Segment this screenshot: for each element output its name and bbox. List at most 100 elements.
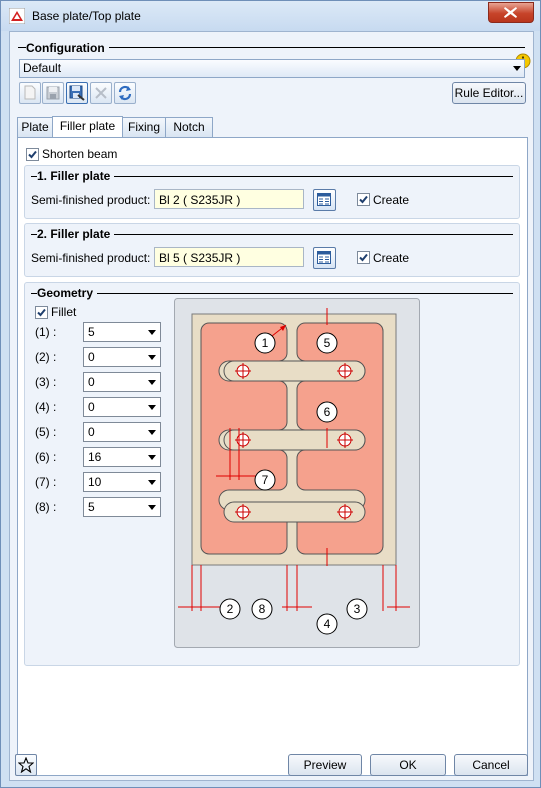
callout-5: 5 xyxy=(324,336,331,350)
chevron-down-icon xyxy=(148,330,156,335)
param-4-label: (4) : xyxy=(35,400,57,414)
select-product-2-button[interactable] xyxy=(313,247,336,269)
tab-fixing[interactable]: Fixing xyxy=(122,117,166,137)
param-3-value: 0 xyxy=(88,375,95,389)
checkmark-icon xyxy=(359,195,368,204)
dialog-window: Base plate/Top plate Configuration Defau… xyxy=(0,0,541,788)
save-config-button[interactable] xyxy=(42,82,64,104)
filler-plate-1-group: 1. Filler plate Semi-finished product: B… xyxy=(24,165,520,219)
checkmark-icon xyxy=(28,150,37,159)
close-button[interactable] xyxy=(488,2,534,23)
callout-7: 7 xyxy=(262,473,269,487)
fillet-checkbox[interactable] xyxy=(35,306,48,319)
fillet-label: Fillet xyxy=(51,305,77,319)
section-rule-tick xyxy=(18,47,23,48)
chevron-down-icon xyxy=(148,380,156,385)
chevron-down-icon xyxy=(148,430,156,435)
callout-2: 2 xyxy=(227,602,234,616)
geometry-group: Geometry Fillet (1) : 5 (2) : 0 (3) : 0 … xyxy=(24,282,520,666)
semi-finished-label: Semi-finished product: xyxy=(31,251,151,265)
create-2-label: Create xyxy=(373,251,410,265)
callout-3: 3 xyxy=(354,602,361,616)
param-7-label: (7) : xyxy=(35,475,57,489)
callout-1: 1 xyxy=(262,336,269,350)
param-7-select[interactable]: 10 xyxy=(83,472,161,492)
new-config-button[interactable] xyxy=(19,82,41,104)
dialog-client: Configuration Default Rule Editor... Pla… xyxy=(9,31,534,781)
preview-button[interactable]: Preview xyxy=(288,754,362,776)
ok-button[interactable]: OK xyxy=(370,754,446,776)
semi-finished-product-1-field[interactable]: Bl 2 ( S235JR ) xyxy=(154,189,304,209)
chevron-down-icon xyxy=(148,405,156,410)
chevron-down-icon xyxy=(148,505,156,510)
chevron-down-icon xyxy=(513,66,521,71)
checkmark-icon xyxy=(359,253,368,262)
delete-icon xyxy=(95,87,107,99)
geometry-heading: Geometry xyxy=(37,286,98,300)
semi-finished-label: Semi-finished product: xyxy=(31,193,151,207)
favorites-button[interactable] xyxy=(15,754,37,776)
param-6-select[interactable]: 16 xyxy=(83,447,161,467)
delete-config-button[interactable] xyxy=(90,82,112,104)
param-2-value: 0 xyxy=(88,350,95,364)
configuration-heading: Configuration xyxy=(26,41,109,55)
param-8-label: (8) : xyxy=(35,500,57,514)
checkmark-icon xyxy=(37,308,46,317)
star-icon xyxy=(18,757,34,773)
chevron-down-icon xyxy=(148,455,156,460)
param-4-select[interactable]: 0 xyxy=(83,397,161,417)
callout-4: 4 xyxy=(324,617,331,631)
catalog-icon xyxy=(317,251,331,264)
param-1-value: 5 xyxy=(88,325,95,339)
tab-filler-plate[interactable]: Filler plate xyxy=(52,116,123,138)
new-document-icon xyxy=(24,85,36,100)
refresh-icon xyxy=(118,85,132,101)
param-5-value: 0 xyxy=(88,425,95,439)
param-8-value: 5 xyxy=(88,500,95,514)
app-icon xyxy=(9,8,25,24)
semi-finished-product-2-field[interactable]: Bl 5 ( S235JR ) xyxy=(154,247,304,267)
configuration-select[interactable]: Default xyxy=(19,59,525,78)
param-7-value: 10 xyxy=(88,475,102,489)
create-1-label: Create xyxy=(373,193,410,207)
filler-plate-1-heading: 1. Filler plate xyxy=(37,169,115,183)
close-icon xyxy=(504,7,517,18)
param-8-select[interactable]: 5 xyxy=(83,497,161,517)
tab-panel: Shorten beam 1. Filler plate Semi-finish… xyxy=(17,137,528,776)
filler-plate-diagram: 1 5 6 7 2 8 3 4 xyxy=(174,298,420,648)
window-title: Base plate/Top plate xyxy=(32,9,141,23)
param-4-value: 0 xyxy=(88,400,95,414)
create-1-checkbox[interactable] xyxy=(357,193,370,206)
filler-plate-2-group: 2. Filler plate Semi-finished product: B… xyxy=(24,223,520,277)
tab-notch[interactable]: Notch xyxy=(165,117,213,137)
catalog-icon xyxy=(317,193,331,206)
param-1-label: (1) : xyxy=(35,325,57,339)
select-product-1-button[interactable] xyxy=(313,189,336,211)
cancel-button[interactable]: Cancel xyxy=(454,754,528,776)
param-2-label: (2) : xyxy=(35,350,57,364)
save-as-config-button[interactable] xyxy=(66,82,88,104)
tab-plate[interactable]: Plate xyxy=(17,117,53,137)
shorten-beam-checkbox[interactable] xyxy=(26,148,39,161)
refresh-config-button[interactable] xyxy=(114,82,136,104)
param-1-select[interactable]: 5 xyxy=(83,322,161,342)
param-6-value: 16 xyxy=(88,450,102,464)
rule-editor-button[interactable]: Rule Editor... xyxy=(452,82,526,104)
param-2-select[interactable]: 0 xyxy=(83,347,161,367)
callout-6: 6 xyxy=(324,405,331,419)
param-6-label: (6) : xyxy=(35,450,57,464)
param-3-select[interactable]: 0 xyxy=(83,372,161,392)
param-5-label: (5) : xyxy=(35,425,57,439)
filler-plate-2-heading: 2. Filler plate xyxy=(37,227,115,241)
param-3-label: (3) : xyxy=(35,375,57,389)
save-icon xyxy=(46,86,60,100)
chevron-down-icon xyxy=(148,480,156,485)
create-2-checkbox[interactable] xyxy=(357,251,370,264)
chevron-down-icon xyxy=(148,355,156,360)
save-as-icon xyxy=(69,85,85,101)
param-5-select[interactable]: 0 xyxy=(83,422,161,442)
callout-8: 8 xyxy=(259,602,266,616)
shorten-beam-label: Shorten beam xyxy=(42,147,118,161)
title-bar: Base plate/Top plate xyxy=(1,1,540,31)
section-rule xyxy=(31,293,513,294)
